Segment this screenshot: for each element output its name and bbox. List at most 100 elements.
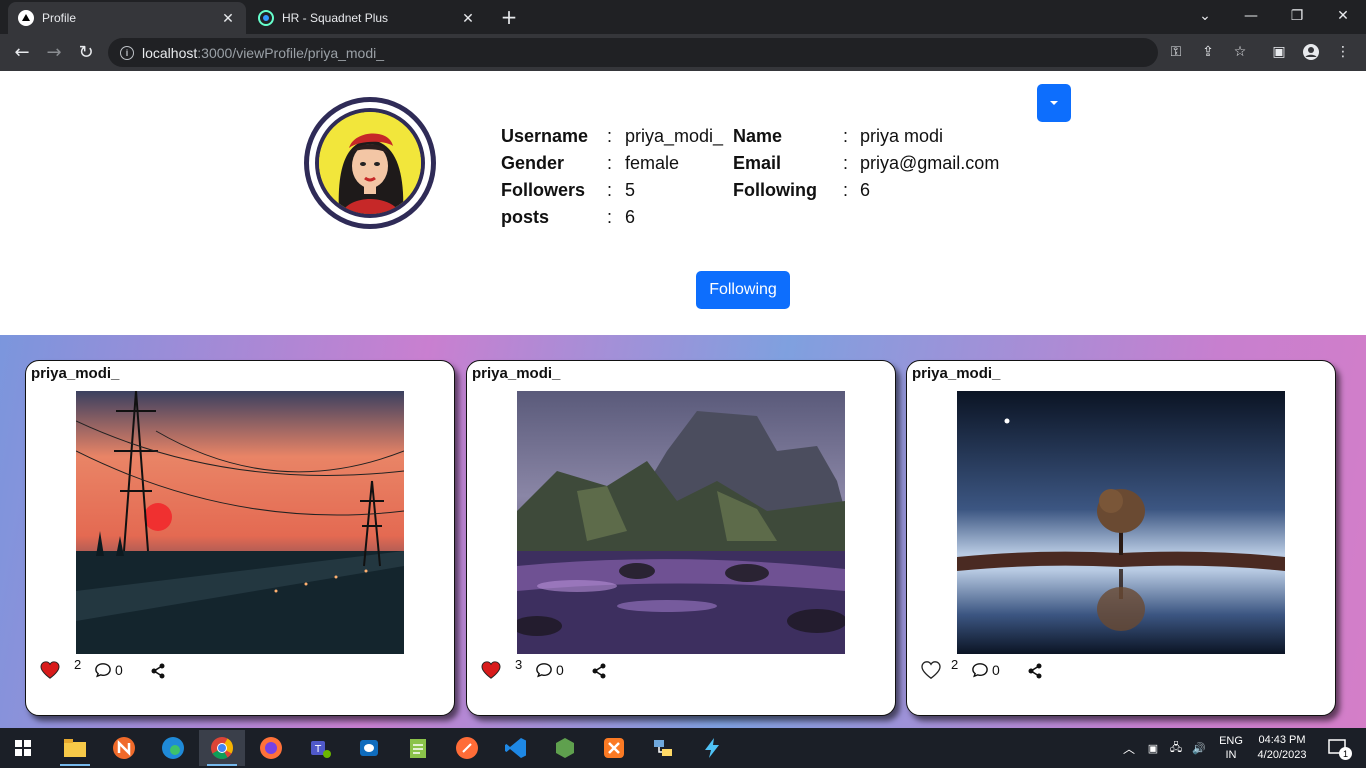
tab-search-icon[interactable]: ⌄ xyxy=(1182,0,1228,32)
field-value: female xyxy=(625,153,680,173)
comment-count: 0 xyxy=(556,662,564,678)
heart-filled-icon[interactable] xyxy=(481,661,501,679)
nextjs-triangle-icon xyxy=(18,10,34,26)
field-separator: : xyxy=(607,153,613,173)
post-username[interactable]: priya_modi_ xyxy=(912,365,1000,382)
url-host: localhost xyxy=(142,44,198,61)
field-label: Following xyxy=(733,180,817,200)
comment-action[interactable]: 0 xyxy=(535,662,564,678)
field-value: 6 xyxy=(625,207,636,227)
field-separator: : xyxy=(607,180,613,200)
tab-squadnet[interactable]: HR - Squadnet Plus ✕ xyxy=(248,2,486,34)
tab-title: Profile xyxy=(42,11,77,25)
share-nodes-icon[interactable] xyxy=(591,663,607,679)
options-dropdown-button[interactable] xyxy=(1037,84,1071,122)
post-image-coast[interactable] xyxy=(517,391,845,654)
windows-start-icon[interactable] xyxy=(0,730,46,766)
restore-icon[interactable]: ❐ xyxy=(1274,0,1320,32)
language-indicator[interactable]: ENG IN xyxy=(1213,728,1249,768)
share-nodes-icon[interactable] xyxy=(150,663,166,679)
comment-action[interactable]: 0 xyxy=(971,662,1000,678)
share-icon[interactable]: ⇪ xyxy=(1194,38,1222,66)
tab-title: HR - Squadnet Plus xyxy=(282,11,389,25)
field-value: 6 xyxy=(860,180,871,200)
forward-icon[interactable]: → xyxy=(40,38,68,66)
woman-avatar-illustration xyxy=(319,112,421,214)
heart-filled-icon[interactable] xyxy=(40,661,60,679)
minimize-icon[interactable]: — xyxy=(1228,0,1274,32)
bolt-app-icon[interactable] xyxy=(689,730,735,766)
post-card: priya_modi_ xyxy=(466,360,896,716)
post-image-tree[interactable] xyxy=(957,391,1285,654)
clock-date: 4/20/2023 xyxy=(1257,749,1307,761)
svg-text:T: T xyxy=(314,744,322,755)
comment-count: 0 xyxy=(115,662,123,678)
firefox-icon[interactable] xyxy=(248,730,294,766)
share-nodes-icon[interactable] xyxy=(1027,663,1043,679)
heart-outline-icon[interactable] xyxy=(921,661,941,679)
outlook-icon[interactable] xyxy=(346,730,392,766)
field-value: 5 xyxy=(625,180,636,200)
network-icon[interactable]: 🖧 xyxy=(1166,728,1186,768)
notification-badge: 1 xyxy=(1339,747,1352,760)
tray-chevron-up-icon[interactable]: ︿ xyxy=(1120,728,1138,768)
clock[interactable]: 04:43 PM 4/20/2023 xyxy=(1250,728,1314,768)
edge-icon[interactable] xyxy=(150,730,196,766)
postman-icon[interactable] xyxy=(444,730,490,766)
notification-center-icon[interactable]: 1 xyxy=(1318,728,1358,768)
chrome-icon[interactable] xyxy=(199,730,245,766)
address-bar[interactable]: i localhost:3000/viewProfile/priya_modi_ xyxy=(108,38,1158,67)
window-close-icon[interactable]: ✕ xyxy=(1320,0,1366,32)
comment-action[interactable]: 0 xyxy=(94,662,123,678)
key-icon[interactable]: ⚿ xyxy=(1162,38,1190,66)
field-label: Email xyxy=(733,153,782,173)
teams-icon[interactable]: T xyxy=(297,730,343,766)
clock-time: 04:43 PM xyxy=(1258,734,1306,746)
volume-icon[interactable]: 🔊 xyxy=(1189,728,1209,768)
info-icon[interactable]: i xyxy=(120,45,134,60)
file-explorer-icon[interactable] xyxy=(52,730,98,766)
field-value: priya@gmail.com xyxy=(860,153,1000,173)
notepadpp-icon[interactable] xyxy=(395,730,441,766)
nodejs-icon[interactable] xyxy=(542,730,588,766)
following-button[interactable]: Following xyxy=(696,271,790,309)
app-n-icon[interactable] xyxy=(101,730,147,766)
field-separator: : xyxy=(607,207,613,227)
squadnet-logo-icon xyxy=(258,10,274,26)
windows-taskbar: T ︿ ▣ 🖧 🔊 ENG IN 04:43 PM 4/20/2023 1 xyxy=(0,728,1366,768)
comment-count: 0 xyxy=(992,662,1000,678)
like-count: 2 xyxy=(951,657,959,672)
field-label: Gender xyxy=(501,153,565,173)
like-count: 3 xyxy=(515,657,523,672)
comment-icon xyxy=(95,663,111,678)
like-count: 2 xyxy=(74,657,82,672)
field-separator: : xyxy=(843,126,849,146)
browser-toolbar: ← → ↻ i localhost:3000/viewProfile/priya… xyxy=(0,34,1366,71)
comment-icon xyxy=(536,663,552,678)
bookmark-star-icon[interactable]: ☆ xyxy=(1226,38,1254,66)
close-icon[interactable]: ✕ xyxy=(220,10,236,27)
reload-icon[interactable]: ↻ xyxy=(72,38,100,66)
profile-icon[interactable] xyxy=(1297,38,1325,66)
field-label: Name xyxy=(733,126,783,146)
post-username[interactable]: priya_modi_ xyxy=(472,365,560,382)
xampp-icon[interactable] xyxy=(591,730,637,766)
back-icon[interactable]: ← xyxy=(8,38,36,66)
field-separator: : xyxy=(607,126,613,146)
close-icon[interactable]: ✕ xyxy=(460,10,476,27)
avatar xyxy=(304,97,436,229)
post-card: priya_modi_ xyxy=(906,360,1336,716)
meet-now-icon[interactable]: ▣ xyxy=(1143,728,1163,768)
field-separator: : xyxy=(843,180,849,200)
tab-profile[interactable]: Profile ✕ xyxy=(8,2,246,34)
side-panel-icon[interactable]: ▣ xyxy=(1265,38,1293,66)
post-username[interactable]: priya_modi_ xyxy=(31,365,119,382)
network-app-icon[interactable] xyxy=(640,730,686,766)
vscode-icon[interactable] xyxy=(493,730,539,766)
menu-dots-icon[interactable]: ⋮ xyxy=(1329,38,1357,66)
field-value: priya modi xyxy=(860,126,944,146)
post-image-sunset[interactable] xyxy=(76,391,404,654)
region-code: IN xyxy=(1225,749,1237,761)
new-tab-button[interactable]: + xyxy=(498,6,520,28)
browser-tab-bar: Profile ✕ HR - Squadnet Plus ✕ + ⌄ — ❐ ✕ xyxy=(0,0,1366,34)
